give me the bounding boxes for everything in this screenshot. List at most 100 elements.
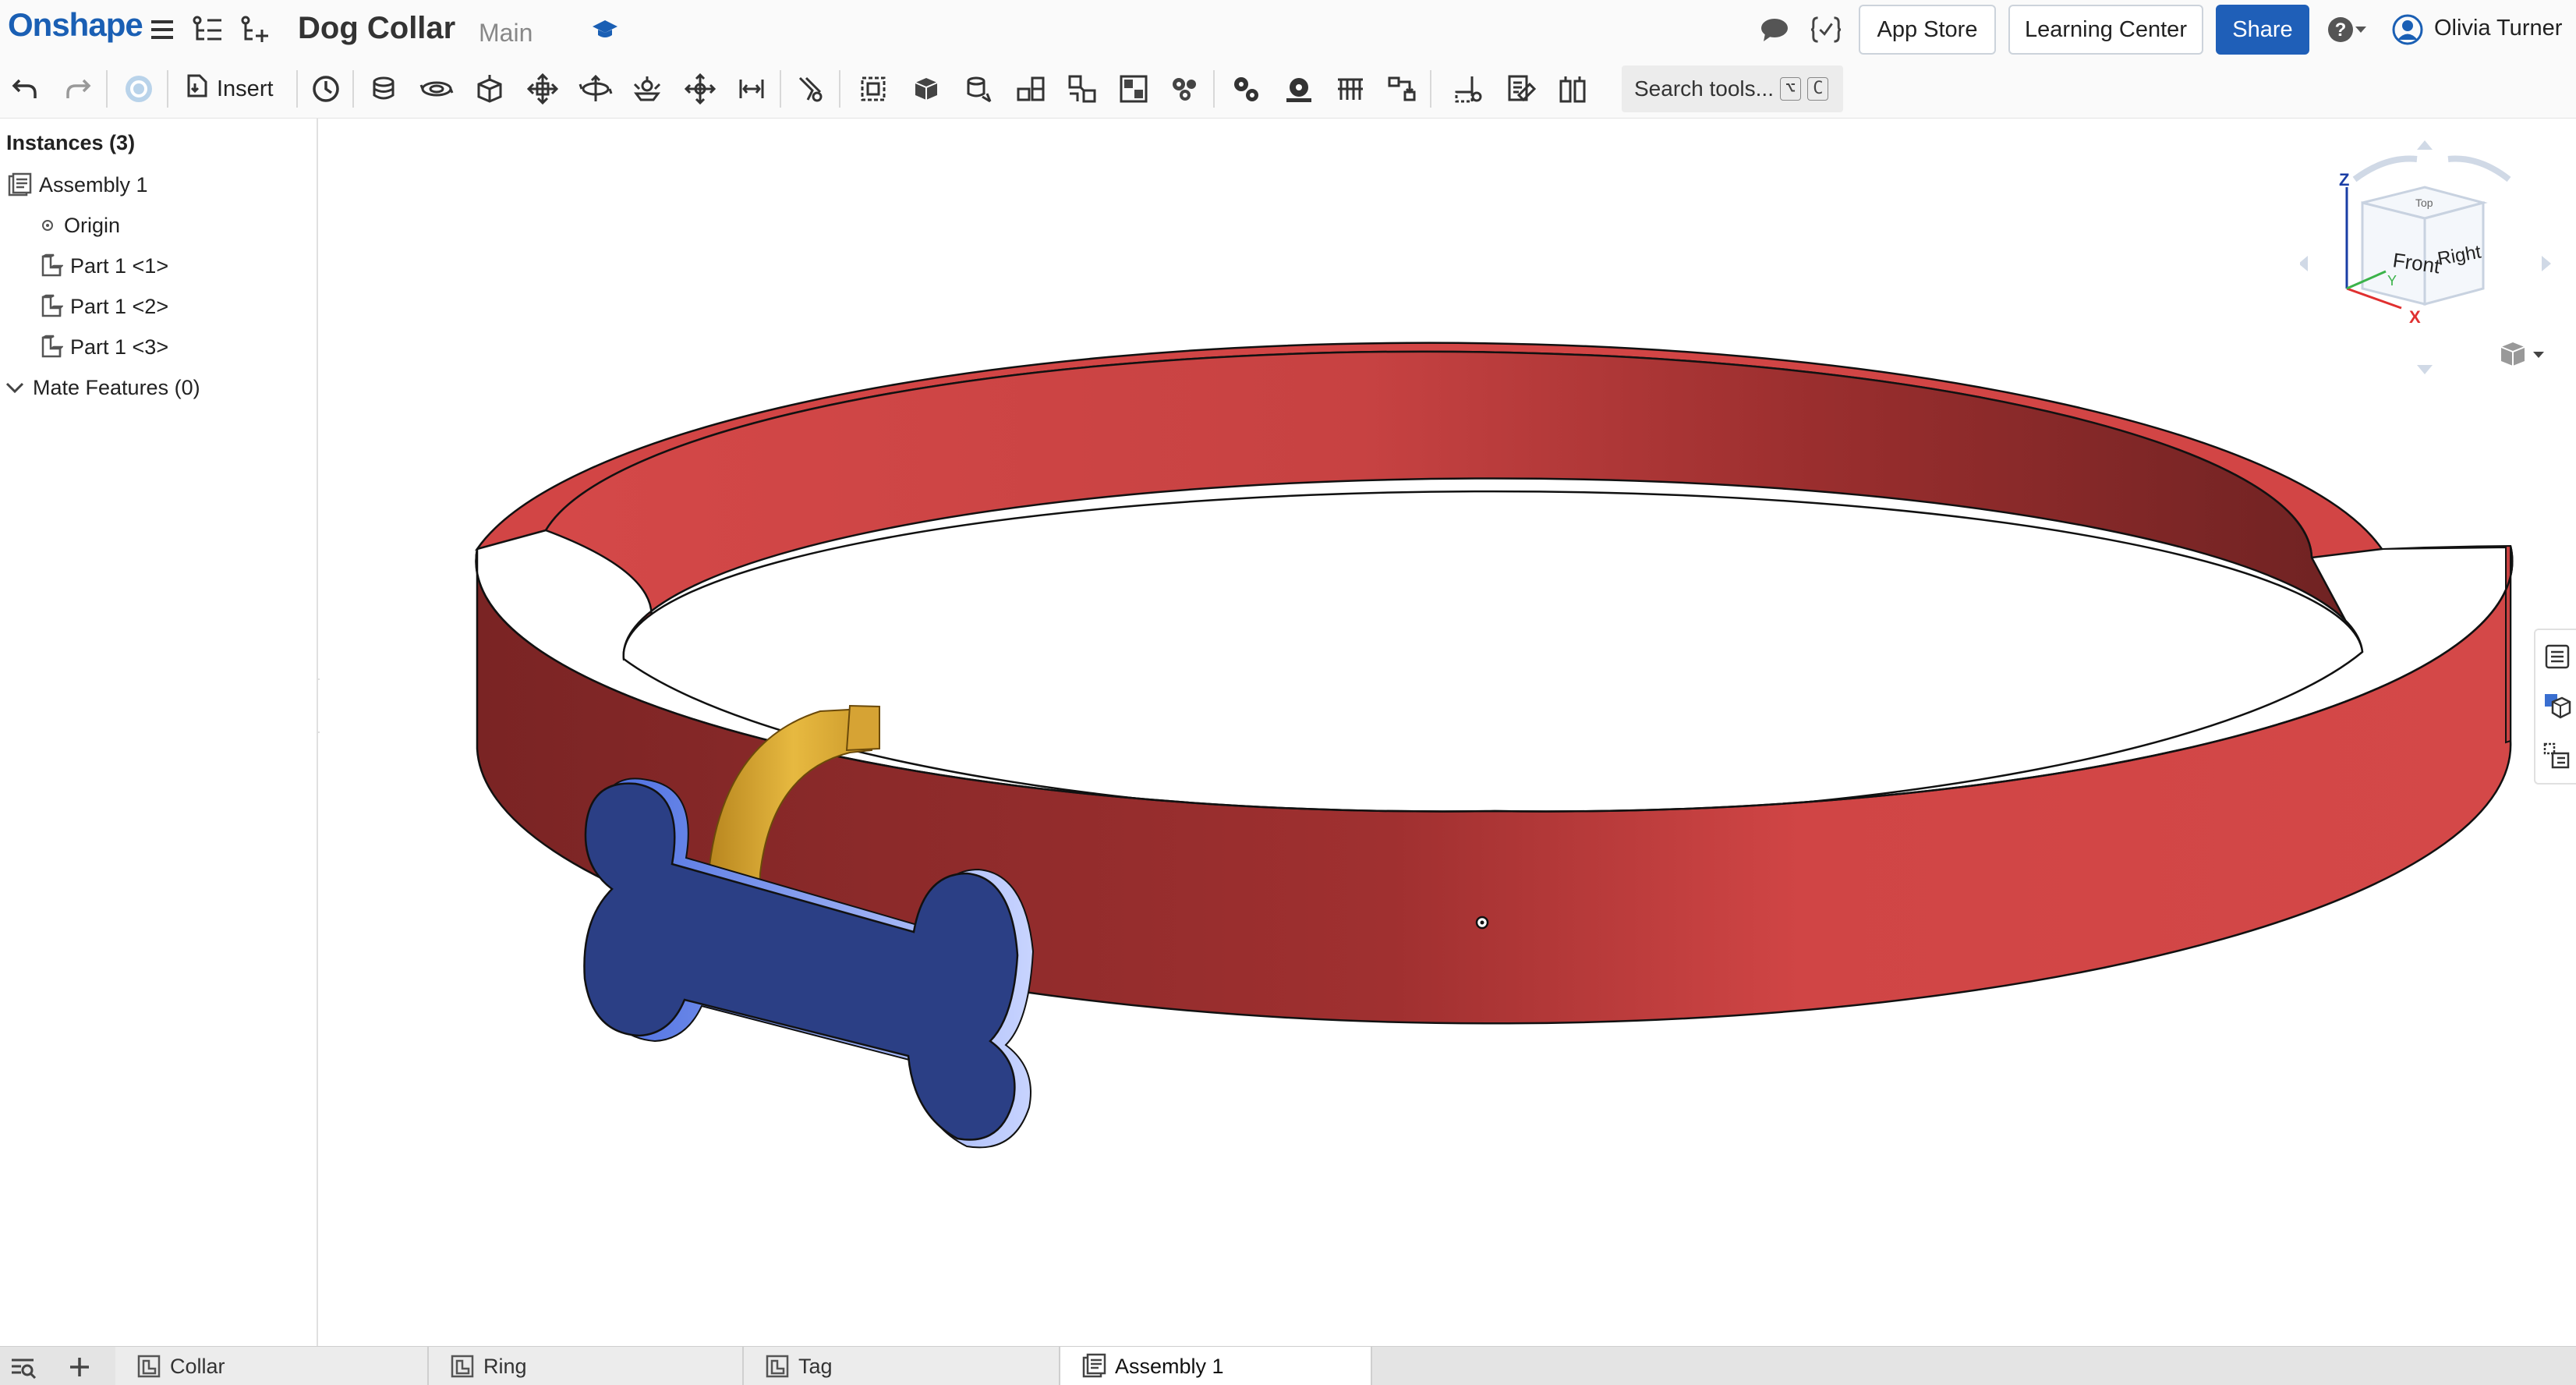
linear-relation-icon[interactable]	[1385, 72, 1419, 106]
education-cap-icon[interactable]	[589, 14, 621, 45]
shortcut-key-option: ⌥	[1779, 77, 1802, 101]
view-options-dropdown[interactable]	[2498, 340, 2553, 371]
parallel-mate-icon[interactable]	[734, 72, 769, 106]
tab-collar[interactable]: Collar	[115, 1347, 429, 1385]
variables-icon[interactable]	[1810, 14, 1842, 45]
comment-icon[interactable]	[1759, 14, 1790, 45]
tree-item-part-1-1[interactable]: Part 1 <1>	[37, 246, 168, 285]
orbit-arrow-down-icon	[2417, 365, 2433, 374]
pin-slot-mate-icon[interactable]	[630, 72, 664, 106]
revolute-mate-icon[interactable]	[419, 72, 454, 106]
tangent-mate-icon[interactable]	[794, 72, 828, 106]
graphics-viewport[interactable]: Front Right Top Z X Y	[320, 119, 2576, 1346]
top-bar: Onshape Dog Collar Main App Store Learni…	[0, 0, 2576, 59]
appearance-cube-icon[interactable]	[2542, 691, 2573, 722]
rack-pinion-icon[interactable]	[1282, 72, 1316, 106]
measure-icon[interactable]	[1452, 72, 1486, 106]
toolbar: Insert Search tools... ⌥ C	[0, 59, 2576, 119]
share-button[interactable]: Share	[2216, 5, 2309, 55]
tree-item-part-1-3[interactable]: Part 1 <3>	[37, 328, 168, 367]
orbit-arrow-left-icon	[2298, 256, 2308, 271]
screw-relation-icon[interactable]	[1333, 72, 1368, 106]
search-tools-input[interactable]: Search tools... ⌥ C	[1622, 66, 1843, 112]
history-icon[interactable]	[309, 72, 343, 106]
tree-item-origin[interactable]: Origin	[37, 206, 120, 245]
tab-ring[interactable]: Ring	[429, 1347, 744, 1385]
axis-z-label: Z	[2339, 170, 2349, 190]
feature-tree-icon[interactable]	[192, 14, 223, 45]
shortcut-key-c: C	[1807, 77, 1829, 101]
explode-view-icon[interactable]	[1065, 72, 1099, 106]
tree-item-assembly[interactable]: Assembly 1	[6, 165, 148, 204]
tree-item-mate-features[interactable]: Mate Features (0)	[3, 368, 200, 407]
gear-relation-icon[interactable]	[1229, 72, 1263, 106]
orbit-arrow-right-icon	[2542, 256, 2551, 271]
chevron-down-icon[interactable]	[3, 374, 27, 401]
origin-marker[interactable]	[1475, 916, 1489, 930]
origin-icon	[37, 212, 58, 239]
undo-icon[interactable]	[8, 72, 42, 106]
help-chevron-down-icon[interactable]	[2351, 14, 2370, 45]
part-studio-icon	[449, 1352, 477, 1380]
tab-manager-icon[interactable]	[8, 1351, 39, 1383]
tab-tag[interactable]: Tag	[744, 1347, 1060, 1385]
group-icon[interactable]	[909, 72, 943, 106]
mate-connector-icon[interactable]	[856, 72, 890, 106]
instances-panel: Instances (3) Assembly 1 Origin Part 1 <…	[0, 119, 318, 1346]
tree-item-label: Origin	[64, 213, 121, 237]
tab-label: Collar	[170, 1354, 225, 1378]
part-icon	[37, 253, 64, 279]
add-feature-icon[interactable]	[240, 14, 271, 45]
menu-icon[interactable]	[147, 14, 178, 45]
named-views-icon[interactable]	[1556, 72, 1591, 106]
orbit-arrow-up-icon	[2417, 140, 2433, 150]
gear-cluster-icon[interactable]	[1168, 72, 1202, 106]
tree-item-label: Part 1 <1>	[70, 253, 169, 278]
insert-icon	[186, 73, 209, 105]
insert-button[interactable]: Insert	[179, 69, 280, 109]
chevron-down-icon	[2532, 349, 2545, 363]
part-studio-icon	[136, 1352, 164, 1380]
axis-y-label: Y	[2387, 273, 2397, 289]
properties-list-icon[interactable]	[2542, 641, 2573, 672]
search-tools-placeholder: Search tools...	[1634, 76, 1774, 101]
assembly-icon	[6, 172, 33, 198]
display-states-icon[interactable]	[1116, 72, 1151, 106]
svg-text:?: ?	[2335, 19, 2347, 41]
user-avatar-icon[interactable]	[2392, 14, 2423, 45]
view-cube-top: Top	[2415, 197, 2433, 209]
tree-item-label: Part 1 <2>	[70, 294, 169, 318]
onshape-logo[interactable]: Onshape	[8, 6, 143, 44]
mate-tree-icon[interactable]	[2542, 741, 2573, 772]
tree-item-label: Part 1 <3>	[70, 335, 169, 359]
right-panel-rail	[2534, 629, 2576, 785]
cylindrical-mate-icon[interactable]	[579, 72, 613, 106]
learning-center-button[interactable]: Learning Center	[2008, 5, 2203, 55]
fasten-mate-icon[interactable]	[366, 72, 401, 106]
branch-name[interactable]: Main	[479, 19, 533, 48]
tree-item-label: Assembly 1	[39, 172, 148, 197]
tab-label: Tag	[798, 1354, 833, 1378]
instances-header: Instances (3)	[6, 131, 136, 154]
tab-bar: Collar Ring Tag Assembly 1	[0, 1346, 2576, 1385]
insert-label: Insert	[217, 76, 274, 101]
planar-mate-icon[interactable]	[525, 72, 560, 106]
ball-mate-icon[interactable]	[683, 72, 717, 106]
slider-mate-icon[interactable]	[472, 72, 507, 106]
part-icon	[37, 334, 64, 360]
add-tab-icon[interactable]	[64, 1351, 95, 1383]
pattern-icon[interactable]	[1014, 72, 1048, 106]
part-icon	[37, 293, 64, 320]
tree-item-part-1-2[interactable]: Part 1 <2>	[37, 287, 168, 326]
reload-icon[interactable]	[122, 72, 156, 106]
document-title[interactable]: Dog Collar	[298, 11, 455, 46]
tree-item-label: Mate Features (0)	[33, 375, 200, 399]
section-view-icon[interactable]	[1505, 72, 1539, 106]
user-name[interactable]: Olivia Turner	[2434, 16, 2562, 41]
cube-view-icon	[2498, 339, 2528, 373]
assembly-3d-model[interactable]	[320, 119, 2576, 1346]
app-store-button[interactable]: App Store	[1859, 5, 1996, 55]
tab-assembly-1[interactable]: Assembly 1	[1060, 1347, 1372, 1385]
replicate-icon[interactable]	[962, 72, 996, 106]
redo-icon[interactable]	[61, 72, 95, 106]
